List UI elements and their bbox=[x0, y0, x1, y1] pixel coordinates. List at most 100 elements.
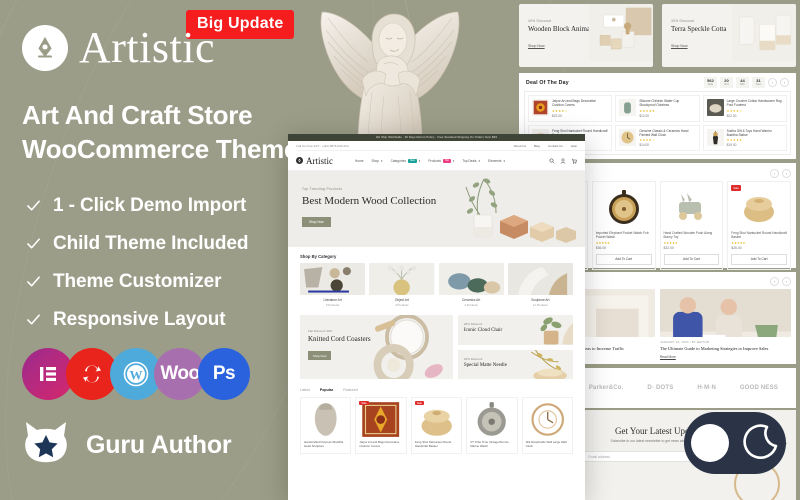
category-name: Sculpture Art bbox=[531, 298, 550, 302]
add-to-cart-button[interactable]: Add To Cart bbox=[595, 253, 652, 265]
feature-item: Theme Customizer bbox=[26, 266, 248, 297]
add-to-cart-button[interactable]: Add To Cart bbox=[663, 253, 720, 265]
product-rating: ★★★★★ bbox=[731, 240, 746, 245]
category-card[interactable]: Object Art 4 Products bbox=[369, 263, 435, 307]
product-name: VT Tribe Time Vintage Bronze Marine Watc… bbox=[470, 440, 509, 448]
deal-prev-button[interactable]: ‹ bbox=[768, 78, 777, 87]
product-card[interactable]: Sale Feng Shui Nantucket Round Handicraf… bbox=[727, 181, 791, 270]
nav-badge-new: New bbox=[408, 158, 417, 163]
promo-shop-now-link[interactable]: Shop Now bbox=[528, 44, 545, 48]
nav-item-top-deals[interactable]: Top Deals ▾ bbox=[462, 159, 480, 163]
feature-label: Theme Customizer bbox=[53, 270, 222, 292]
tab-popular[interactable]: Popular bbox=[320, 388, 333, 392]
deal-item-thumbnail bbox=[706, 99, 724, 116]
product-card[interactable]: Handcrafted Polyresin Buddha Head Sculpt… bbox=[300, 397, 352, 454]
utility-links: About Us Blog Contact Us Help bbox=[514, 144, 577, 148]
woocommerce-label: Woo bbox=[160, 363, 200, 384]
svg-text:W: W bbox=[130, 368, 143, 383]
brand-logo: H·M·N bbox=[697, 384, 717, 391]
deal-item[interactable]: Silicone Children Water Cup Shockproof O… bbox=[615, 95, 700, 122]
headline-line-1: Art And Craft Store bbox=[22, 100, 253, 130]
nav-item-categories[interactable]: Categories New ▾ bbox=[391, 158, 420, 163]
product-card[interactable]: Hand Crafted Wooden Push Along Bunny Toy… bbox=[659, 181, 724, 270]
utility-link-contact[interactable]: Contact Us bbox=[548, 144, 563, 148]
product-price: $26.00 bbox=[731, 245, 742, 250]
promo-knitted-cord-coasters[interactable]: Flat Discount 30% Knitted Cord Coasters … bbox=[300, 315, 453, 379]
promo-discount: 40% Discount bbox=[528, 19, 552, 24]
shop-by-category-title: Shop By Category bbox=[300, 254, 337, 259]
moon-icon[interactable] bbox=[742, 424, 780, 462]
product-card[interactable]: Silk Handicrafts Wall Large Wall Clock bbox=[521, 397, 574, 454]
deal-item-name: Large Crochet Cotton Handwoven Rug Pouf … bbox=[726, 99, 782, 108]
nav-item-elements[interactable]: Elements ▾ bbox=[488, 159, 505, 163]
deal-item[interactable]: Genuine Classic & Ceramics Hand Painted … bbox=[615, 124, 700, 152]
category-card[interactable]: Ceramics Art 4 Products bbox=[438, 263, 504, 307]
product-card[interactable]: Sale Feng Shui Nantucket Round Handicraf… bbox=[410, 397, 463, 454]
utility-link-blog[interactable]: Blog bbox=[534, 144, 540, 148]
deal-item[interactable]: Jaipur Art and Bags Decorative Cushion C… bbox=[528, 95, 613, 122]
search-icon[interactable] bbox=[549, 158, 555, 164]
promo-shop-now-link[interactable]: Shop Now bbox=[671, 44, 688, 48]
promo-discount: 30% Discount bbox=[671, 19, 695, 24]
chevron-down-icon: ▾ bbox=[380, 158, 383, 163]
deal-item-rating: ★★★★★ bbox=[726, 138, 743, 143]
poster-stage: 40% Discount Wooden Block Animals Shop N… bbox=[0, 0, 800, 500]
account-icon[interactable] bbox=[560, 158, 566, 164]
marine-watch-image bbox=[470, 402, 513, 438]
countdown-hrs: 20 Hrs bbox=[720, 77, 733, 88]
promo-card[interactable]: 40% Discount Wooden Block Animals Shop N… bbox=[519, 4, 653, 67]
promo-shop-now-button[interactable]: Shop Now bbox=[308, 351, 332, 361]
product-card[interactable]: Sale Jaipur Art and Bags Decorative Cush… bbox=[355, 397, 407, 454]
promo-title: Wooden Block Animals bbox=[528, 25, 595, 34]
pocket-watch-image bbox=[603, 186, 645, 228]
tab-featured[interactable]: Featured bbox=[343, 388, 357, 392]
nav-item-shop[interactable]: Shop ▾ bbox=[372, 159, 383, 163]
product-card[interactable]: Imported Elephant Pocket Watch Fob Pocke… bbox=[591, 181, 656, 270]
sun-icon[interactable] bbox=[690, 424, 729, 462]
deal-item[interactable]: Large Crochet Cotton Handwoven Rug Pouf … bbox=[702, 95, 787, 122]
blog-post-card[interactable]: JANUARY 20, 2024 • BY EDITOR The Ultimat… bbox=[660, 289, 791, 359]
utility-link-help[interactable]: Help bbox=[571, 144, 577, 148]
promo-top-cards: 40% Discount Wooden Block Animals Shop N… bbox=[519, 4, 796, 67]
category-card[interactable]: Sculpture Art 11 Products bbox=[507, 263, 573, 307]
announcement-text: We Ship Worldwide · 30 Days Return Polic… bbox=[376, 136, 497, 139]
utility-link-about[interactable]: About Us bbox=[514, 144, 526, 148]
countdown-sec: 31 Sec bbox=[752, 77, 765, 88]
tab-latest[interactable]: Latest bbox=[300, 388, 310, 392]
nav-item-products[interactable]: Products Hot ▾ bbox=[428, 158, 454, 163]
add-to-cart-button[interactable]: Add To Cart bbox=[731, 253, 787, 265]
blog-read-more-link[interactable]: Read More bbox=[660, 355, 791, 359]
check-icon bbox=[27, 276, 40, 287]
hero-shop-now-button[interactable]: Shop Now bbox=[302, 216, 331, 227]
cart-icon[interactable] bbox=[571, 158, 577, 164]
promo-special-matte-needle[interactable]: 25% Discount Special Matte Needle Shop N… bbox=[457, 349, 573, 379]
deal-next-button[interactable]: › bbox=[780, 78, 789, 87]
deal-item[interactable]: Sudha Gift & Toys Hand Warrior Buddha St… bbox=[702, 124, 787, 152]
deal-header: Deal Of The Day 562 Day 20 Hrs 44 Min 31… bbox=[524, 77, 791, 91]
product-next-button[interactable]: › bbox=[782, 169, 791, 178]
blog-next-button[interactable]: › bbox=[782, 277, 791, 286]
mockup-nav: Home Shop ▾ Categories New ▾ Products Hot ▾ T… bbox=[355, 158, 505, 163]
mockup-header: Artistic Home Shop ▾ Categories New ▾ Produ… bbox=[288, 151, 585, 171]
promo-text: 40% Discount Wooden Block Animals Shop N… bbox=[519, 19, 597, 52]
promo-side-column: 25% Discount Iconic Cloud Chair Shop Now bbox=[457, 315, 573, 379]
tab-product-grid: Handcrafted Polyresin Buddha Head Sculpt… bbox=[288, 397, 585, 454]
brand-name: Artistic bbox=[79, 23, 215, 72]
brand-logo: Parker&Co. bbox=[588, 384, 624, 391]
product-name: Hand Crafted Wooden Push Along Bunny Toy bbox=[663, 231, 713, 240]
blog-post-image bbox=[660, 289, 791, 337]
promo-iconic-cloud-chair[interactable]: 25% Discount Iconic Cloud Chair Shop Now bbox=[457, 315, 573, 345]
dark-light-mode-toggle[interactable] bbox=[684, 412, 786, 474]
promo-card[interactable]: 30% Discount Terra Speckle Cotta Shop No… bbox=[662, 4, 796, 67]
brand-logo: D· DOTS bbox=[647, 384, 674, 391]
product-prev-button[interactable]: ‹ bbox=[770, 169, 779, 178]
category-card[interactable]: Literature Art 5 Products bbox=[300, 263, 366, 307]
cushion-cover-image bbox=[359, 402, 402, 438]
nav-label: Home bbox=[355, 158, 364, 163]
blog-prev-button[interactable]: ‹ bbox=[770, 277, 779, 286]
nav-item-home[interactable]: Home bbox=[355, 159, 364, 163]
deal-item-name: Sudha Gift & Toys Hand Warrior Buddha St… bbox=[726, 128, 772, 137]
product-card[interactable]: VT Tribe Time Vintage Bronze Marine Watc… bbox=[466, 397, 518, 454]
deal-item-thumbnail bbox=[532, 99, 549, 116]
deal-item-name: Genuine Classic & Ceramics Hand Painted … bbox=[639, 128, 689, 137]
